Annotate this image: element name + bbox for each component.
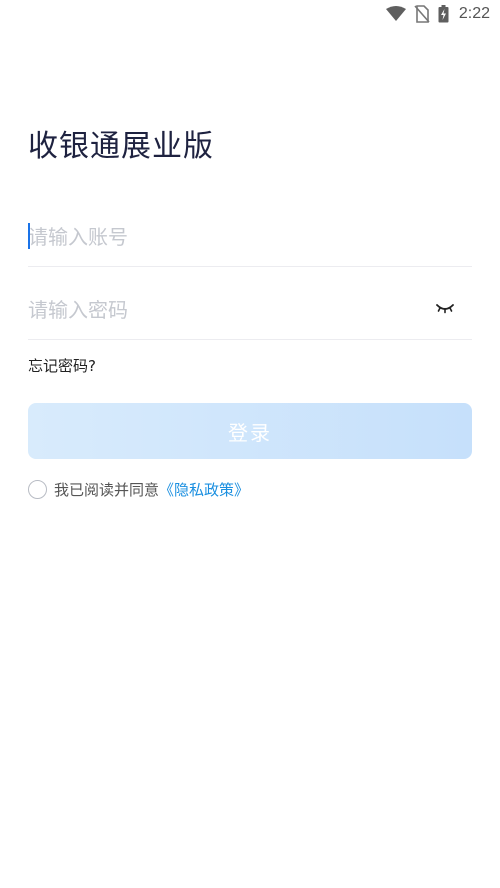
text-caret xyxy=(28,223,30,249)
status-time: 2:22 xyxy=(458,5,490,22)
login-button[interactable]: 登录 xyxy=(28,403,472,459)
status-bar: 2:22 xyxy=(0,0,500,28)
password-field xyxy=(28,280,472,340)
privacy-agreement: 我已阅读并同意 《隐私政策》 xyxy=(28,479,249,500)
privacy-policy-link[interactable]: 《隐私政策》 xyxy=(159,479,249,500)
wifi-icon xyxy=(385,6,406,22)
battery-charging-icon xyxy=(438,5,449,23)
agreement-text: 我已阅读并同意 xyxy=(54,481,160,499)
forgot-password-link[interactable]: 忘记密码? xyxy=(28,355,96,376)
eye-closed-icon[interactable] xyxy=(434,298,456,320)
login-screen: 2:22 收银通展业版 忘记密码? 登录 我已阅读并同意 《隐私政策》 xyxy=(0,0,500,888)
account-input[interactable] xyxy=(28,216,472,257)
agreement-checkbox[interactable] xyxy=(28,480,47,499)
app-title: 收银通展业版 xyxy=(28,129,214,164)
account-field xyxy=(28,207,472,267)
password-input[interactable] xyxy=(28,289,472,330)
no-sim-icon xyxy=(414,5,430,23)
